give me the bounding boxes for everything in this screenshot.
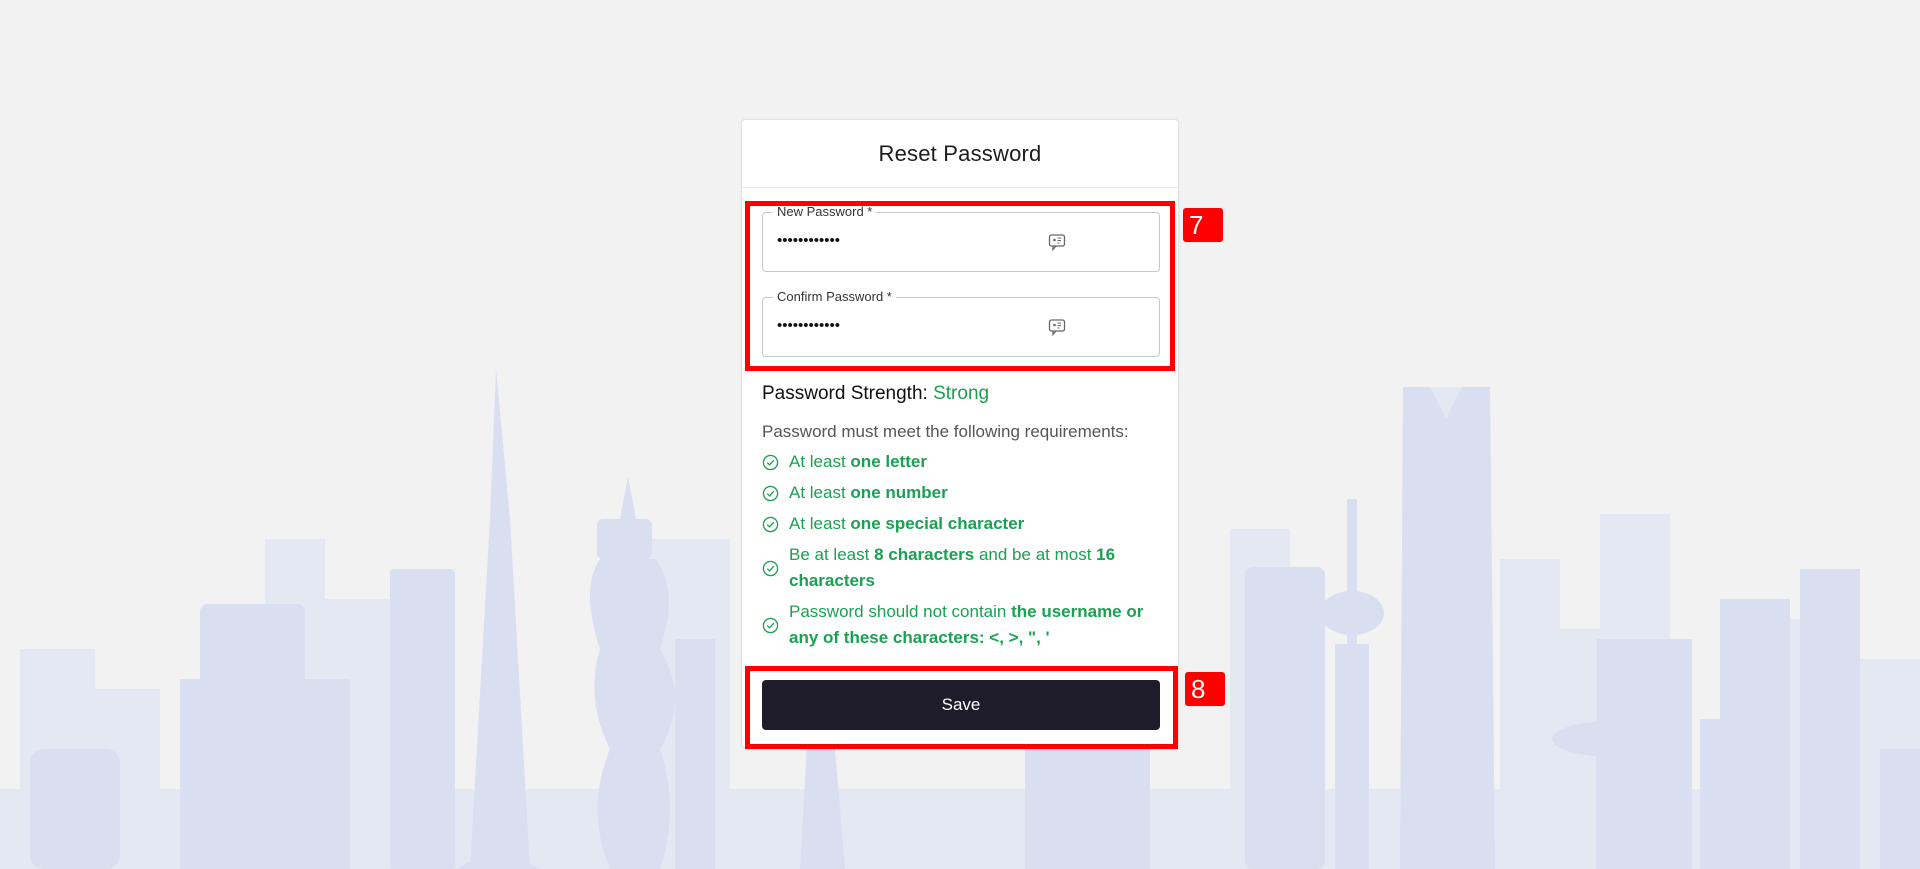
- check-circle-icon: [762, 560, 779, 577]
- requirement-bold: 8 characters: [874, 545, 975, 564]
- requirement-text: and be at most: [974, 545, 1097, 564]
- requirement-bold: one special character: [850, 514, 1025, 533]
- page-title: Reset Password: [878, 140, 1042, 166]
- check-circle-icon: [762, 617, 779, 634]
- requirement-item: At least one letter: [762, 449, 1162, 475]
- requirement-text: At least: [789, 452, 851, 471]
- requirement-item: Be at least 8 characters and be at most …: [762, 542, 1162, 594]
- password-strength-label: Password Strength:: [762, 383, 928, 404]
- annotation-box-fields: [745, 201, 1175, 371]
- password-strength: Password Strength: Strong: [762, 383, 989, 405]
- check-circle-icon: [762, 516, 779, 533]
- reset-password-page: Reset Password New Password * ••••••••••…: [0, 0, 1920, 869]
- requirements-intro: Password must meet the following require…: [762, 422, 1129, 441]
- requirement-item: At least one special character: [762, 511, 1162, 537]
- requirement-text: Be at least: [789, 545, 875, 564]
- check-circle-icon: [762, 454, 779, 471]
- check-circle-icon: [762, 485, 779, 502]
- requirement-bold: one number: [850, 483, 948, 502]
- card-header: Reset Password: [742, 120, 1178, 188]
- annotation-box-save: [745, 666, 1178, 749]
- annotation-badge-7: 7: [1183, 208, 1223, 242]
- requirement-text: Password should not contain: [789, 602, 1012, 621]
- requirement-item: At least one number: [762, 480, 1162, 506]
- annotation-badge-8: 8: [1185, 672, 1225, 706]
- requirement-text: At least: [789, 483, 851, 502]
- requirements-list: At least one letter At least one number …: [762, 449, 1162, 656]
- requirement-item: Password should not contain the username…: [762, 599, 1162, 651]
- password-strength-value: Strong: [933, 383, 990, 404]
- requirement-bold: one letter: [850, 452, 927, 471]
- requirement-text: At least: [789, 514, 851, 533]
